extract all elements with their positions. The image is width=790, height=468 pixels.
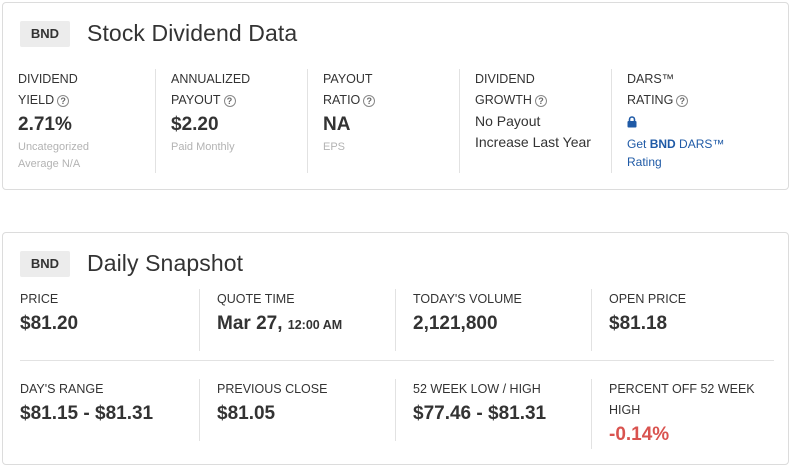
dividend-header: BND Stock Dividend Data: [20, 20, 297, 47]
annualized-label-1: ANNUALIZED: [171, 72, 251, 86]
dars-link-line-2[interactable]: Rating: [627, 153, 724, 171]
dividend-growth-line-2: Increase Last Year: [475, 134, 591, 150]
annualized-payout-metric: ANNUALIZED PAYOUT? $2.20 Paid Monthly: [155, 69, 307, 173]
annualized-label-2: PAYOUT: [171, 93, 221, 107]
price-cell: PRICE $81.20: [3, 289, 199, 351]
lock-icon: [627, 115, 637, 133]
snapshot-header: BND Daily Snapshot: [20, 250, 243, 277]
help-icon[interactable]: ?: [676, 95, 689, 107]
dividend-yield-label-2: YIELD: [18, 93, 55, 107]
dividend-card: BND Stock Dividend Data DIVIDEND YIELD? …: [2, 2, 789, 190]
open-price-value: $81.18: [609, 313, 668, 334]
week52-value: $77.46 - $81.31: [413, 403, 547, 424]
days-range-label: DAY'S RANGE: [20, 382, 104, 396]
days-range-cell: DAY'S RANGE $81.15 - $81.31: [3, 379, 199, 441]
quote-time-label: QUOTE TIME: [217, 292, 295, 306]
quote-time-cell: QUOTE TIME Mar 27, 12:00 AM: [199, 289, 395, 351]
open-price-cell: OPEN PRICE $81.18: [591, 289, 781, 351]
help-icon[interactable]: ?: [223, 95, 236, 107]
payout-ratio-label-2: RATIO: [323, 93, 361, 107]
dars-rating-metric: DARS™ RATING? Get BND DARS™ Rating: [611, 69, 781, 173]
help-icon[interactable]: ?: [534, 95, 547, 107]
ticker-badge: BND: [20, 250, 70, 277]
dars-label-2: RATING: [627, 93, 674, 107]
percent-off-value: -0.14%: [609, 424, 670, 445]
volume-cell: TODAY'S VOLUME 2,121,800: [395, 289, 591, 351]
previous-close-label: PREVIOUS CLOSE: [217, 382, 328, 396]
help-icon[interactable]: ?: [57, 95, 70, 107]
payout-ratio-metric: PAYOUT RATIO? NA EPS: [307, 69, 459, 173]
quote-time: 12:00 AM: [287, 318, 343, 332]
week52-cell: 52 WEEK LOW / HIGH $77.46 - $81.31: [395, 379, 591, 441]
row-divider: [20, 360, 774, 361]
dividend-growth-line-1: No Payout: [475, 113, 541, 129]
quote-date: Mar 27,: [217, 313, 283, 334]
snapshot-card: BND Daily Snapshot PRICE $81.20 QUOTE TI…: [2, 232, 789, 465]
annualized-value: $2.20: [171, 114, 219, 135]
percent-off-label-2: HIGH: [609, 403, 641, 417]
percent-off-label-1: PERCENT OFF 52 WEEK: [609, 382, 755, 396]
help-icon[interactable]: ?: [363, 95, 376, 107]
price-value: $81.20: [20, 313, 79, 334]
dividend-yield-note-2: Average N/A: [18, 158, 81, 170]
days-range-value: $81.15 - $81.31: [20, 403, 154, 424]
dars-link-suffix: DARS™: [675, 137, 725, 151]
dividend-yield-note-1: Uncategorized: [18, 141, 89, 153]
payout-ratio-value: NA: [323, 114, 351, 135]
ticker-badge: BND: [20, 20, 70, 47]
dividend-yield-label-1: DIVIDEND: [18, 72, 78, 86]
dividend-yield-metric: DIVIDEND YIELD? 2.71% Uncategorized Aver…: [3, 69, 155, 173]
price-label: PRICE: [20, 292, 59, 306]
previous-close-cell: PREVIOUS CLOSE $81.05: [199, 379, 395, 441]
get-dars-rating-link[interactable]: Get BND DARS™: [627, 135, 724, 153]
payout-ratio-note: EPS: [323, 141, 346, 153]
dars-link-prefix: Get: [627, 137, 650, 151]
payout-ratio-label-1: PAYOUT: [323, 72, 373, 86]
dividend-title: Stock Dividend Data: [87, 20, 298, 46]
week52-label: 52 WEEK LOW / HIGH: [413, 382, 541, 396]
previous-close-value: $81.05: [217, 403, 276, 424]
annualized-note: Paid Monthly: [171, 141, 235, 153]
snapshot-title: Daily Snapshot: [87, 250, 244, 276]
dividend-growth-label-1: DIVIDEND: [475, 72, 535, 86]
percent-off-cell: PERCENT OFF 52 WEEK HIGH -0.14%: [591, 379, 781, 449]
dars-label-1: DARS™: [627, 72, 675, 86]
volume-value: 2,121,800: [413, 313, 498, 334]
dividend-growth-label-2: GROWTH: [475, 93, 532, 107]
open-price-label: OPEN PRICE: [609, 292, 687, 306]
dividend-yield-value: 2.71%: [18, 114, 72, 135]
dars-link-ticker: BND: [649, 137, 676, 151]
dividend-growth-metric: DIVIDEND GROWTH? No Payout Increase Last…: [459, 69, 611, 173]
volume-label: TODAY'S VOLUME: [413, 292, 522, 306]
